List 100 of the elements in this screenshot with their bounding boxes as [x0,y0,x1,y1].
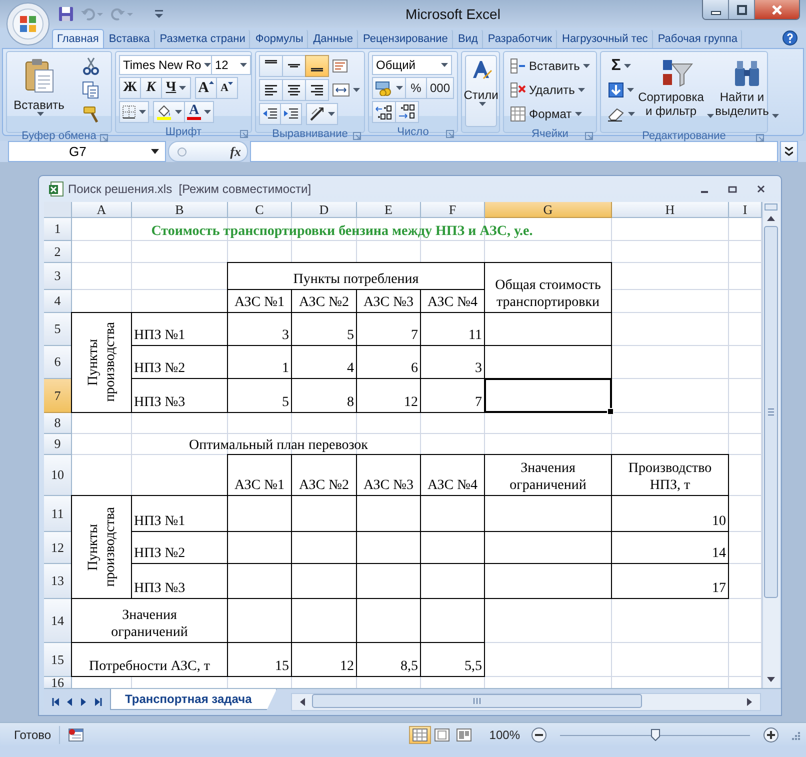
row-header[interactable]: 2 [44,241,72,263]
align-button[interactable] [259,55,283,77]
active-cell[interactable] [484,378,612,413]
row-header[interactable]: 1 [44,218,72,241]
scroll-thumb[interactable] [764,226,778,598]
number-format-field[interactable]: Общий [372,55,452,75]
bold-button[interactable]: Ж [119,77,141,99]
minimize-button[interactable] [703,0,729,19]
column-header[interactable]: C [228,202,292,218]
increase-indent-button[interactable] [280,103,302,125]
align-button[interactable] [259,79,283,101]
underline-button[interactable]: Ч [161,77,191,99]
styles-button[interactable]: Стили [465,55,497,127]
column-header[interactable]: E [357,202,421,218]
column-header[interactable]: I [729,202,762,218]
fill-color-button[interactable] [153,101,185,123]
italic-button[interactable]: К [140,77,162,99]
vertical-scrollbar[interactable] [762,202,780,688]
delete-button[interactable]: Удалить [507,79,593,101]
column-header[interactable]: B [132,202,228,218]
sort-filter-button[interactable]: Сортировка и фильтр [641,55,711,127]
percent-button[interactable]: % [405,77,427,99]
down-arrow-icon[interactable] [767,677,775,682]
font-name-field[interactable]: Times New Ro [119,55,212,75]
close-button[interactable] [755,0,799,19]
align-button[interactable] [282,79,306,101]
paste-button[interactable]: Вставить [10,55,68,127]
row-header[interactable]: 7 [44,379,72,413]
align-button[interactable] [282,55,306,77]
table-cell[interactable]: Пункты производства [71,495,132,599]
align-button[interactable] [305,79,329,101]
decrease-decimal-button[interactable] [395,101,419,123]
column-header[interactable]: D [292,202,357,218]
split-handle-icon[interactable] [764,203,778,211]
table-cell[interactable]: Общая стоимость транспортировки [484,262,612,313]
row-header[interactable]: 8 [44,413,72,434]
slider-thumb[interactable] [651,728,660,740]
up-arrow-icon[interactable] [767,216,775,221]
table-cell[interactable]: Пункты производства [71,312,132,413]
insert-button[interactable]: Вставить [507,55,593,77]
normal-view-button[interactable] [409,726,432,744]
borders-button[interactable] [119,101,149,123]
currency-button[interactable] [372,77,406,99]
insert-function-button[interactable]: fx [230,144,241,160]
orientation-button[interactable] [306,103,338,125]
right-arrow-icon[interactable] [747,698,752,706]
row-header[interactable]: 13 [44,564,72,599]
font-color-button[interactable]: A [184,101,214,123]
next-sheet-icon[interactable] [80,698,88,706]
column-header[interactable]: A [72,202,132,218]
table-cell[interactable]: 5,5 [420,642,485,677]
row-header[interactable]: 15 [44,643,72,677]
column-header[interactable]: F [421,202,485,218]
row-header[interactable]: 16 [44,677,72,688]
column-header[interactable]: G [485,202,612,218]
sheet-tab[interactable]: Транспортная задача [110,689,277,710]
table-cell[interactable]: АЗС №1 [227,454,292,496]
row-header[interactable]: 4 [44,290,72,313]
autosum-button[interactable]: Σ [604,55,638,77]
last-sheet-icon[interactable] [94,698,102,706]
table-cell[interactable]: Потребности АЗС, т [71,642,228,677]
row-header[interactable]: 9 [44,434,72,455]
close-icon[interactable] [757,185,765,193]
first-sheet-icon[interactable] [52,698,60,706]
help-icon[interactable] [782,30,798,46]
ribbon-tab[interactable]: Главная [52,29,104,48]
grow-font-button[interactable]: A [195,77,217,99]
thousands-button[interactable]: 000 [426,77,454,99]
font-size-field[interactable]: 12 [211,55,251,75]
row-header[interactable]: 5 [44,313,72,346]
shrink-font-button[interactable]: A [216,77,238,99]
fill-handle[interactable] [607,408,614,415]
find-select-button[interactable]: Найти и выделить [714,55,780,127]
previous-sheet-icon[interactable] [66,698,74,706]
format-button[interactable]: Формат [507,103,593,125]
left-arrow-icon[interactable] [300,698,305,706]
name-box[interactable]: G7 [8,141,166,162]
table-cell[interactable]: 17 [611,563,729,599]
table-cell[interactable]: Производство НПЗ, т [611,454,729,496]
customize-arrow-icon[interactable] [154,9,164,19]
decrease-indent-button[interactable] [259,103,281,125]
increase-decimal-button[interactable] [372,101,396,123]
table-cell[interactable]: Пункты потребления [227,262,485,290]
row-header[interactable]: 10 [44,455,72,496]
macro-record-icon[interactable] [68,728,84,742]
horizontal-scrollbar[interactable] [290,692,761,710]
expand-formula-button[interactable] [780,141,798,162]
row-header[interactable]: 12 [44,532,72,564]
row-header[interactable]: 6 [44,346,72,379]
maximize-button[interactable] [729,0,755,19]
row-header[interactable]: 14 [44,599,72,643]
column-header[interactable]: H [612,202,729,218]
formula-input[interactable] [250,141,778,162]
scroll-thumb[interactable] [312,694,642,708]
save-icon[interactable] [58,6,74,22]
row-header[interactable]: 11 [44,496,72,532]
restore-icon[interactable] [728,185,737,193]
row-header[interactable]: 3 [44,263,72,290]
align-lines-icon [311,68,323,72]
align-button[interactable] [305,55,329,77]
